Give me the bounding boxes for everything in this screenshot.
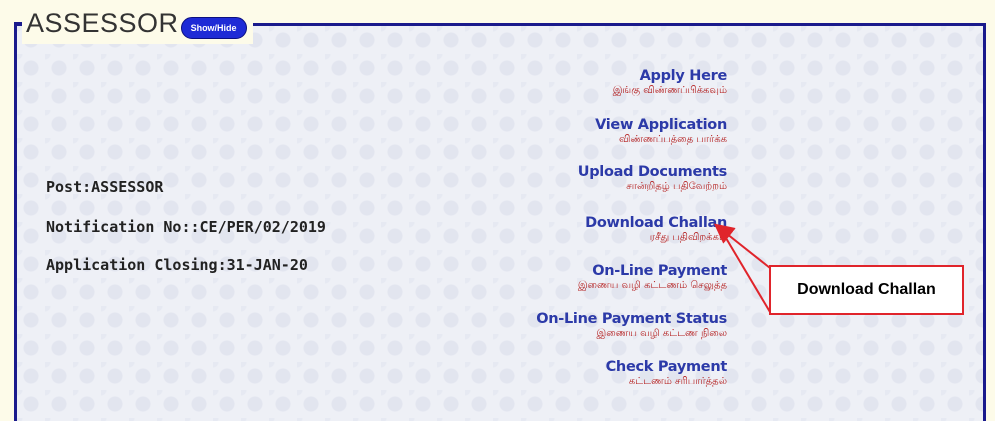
download-challan-callout: Download Challan	[769, 265, 964, 315]
callout-text: Download Challan	[797, 281, 936, 298]
arrow-line-lower	[719, 227, 771, 313]
arrow-line-upper	[713, 223, 771, 269]
callout-arrow	[713, 223, 771, 313]
